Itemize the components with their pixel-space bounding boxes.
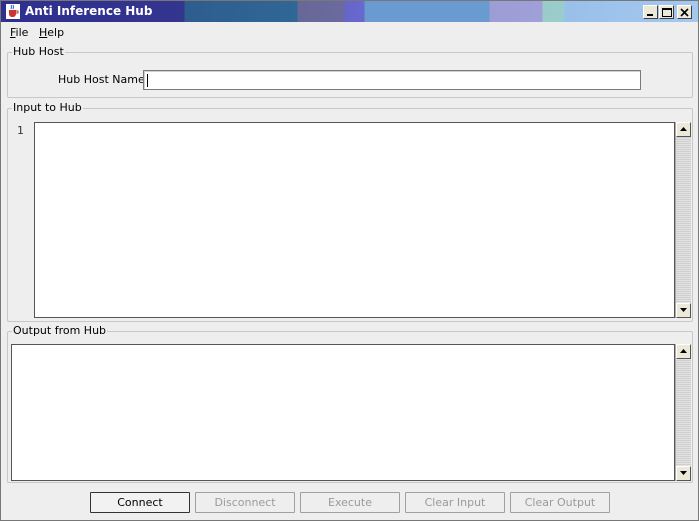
hub-host-name-input[interactable] <box>143 70 641 90</box>
clear-output-button[interactable]: Clear Output <box>510 492 610 513</box>
menu-file-label: ile <box>15 26 29 39</box>
window-title: Anti Inference Hub <box>25 4 153 18</box>
maximize-button[interactable] <box>659 5 674 19</box>
title-bar[interactable]: Anti Inference Hub <box>1 1 698 22</box>
input-scrollbar[interactable] <box>675 122 691 318</box>
menu-file[interactable]: File <box>10 26 28 39</box>
output-scroll-down-button[interactable] <box>676 466 691 481</box>
close-button[interactable] <box>677 5 692 19</box>
input-to-hub-group: Input to Hub 1 <box>7 102 693 322</box>
execute-button[interactable]: Execute <box>300 492 400 513</box>
output-from-hub-group: Output from Hub <box>7 325 693 483</box>
menu-help-label: elp <box>47 26 65 39</box>
arrow-up-icon <box>680 349 687 353</box>
minimize-icon <box>647 14 653 16</box>
minimize-button[interactable] <box>643 5 658 19</box>
hub-host-name-label: Hub Host Name: <box>58 73 149 86</box>
line-number-gutter: 1 <box>9 119 35 319</box>
menu-bar: File Help <box>1 22 698 42</box>
input-scroll-up-button[interactable] <box>676 122 691 137</box>
menu-help[interactable]: Help <box>39 26 64 39</box>
main-window: Anti Inference Hub File Help Hub Host Hu… <box>0 0 699 521</box>
arrow-down-icon <box>680 471 687 475</box>
connect-button[interactable]: Connect <box>90 492 190 513</box>
input-to-hub-group-title: Input to Hub <box>12 101 83 114</box>
close-icon <box>680 8 689 17</box>
maximize-icon <box>662 8 672 17</box>
disconnect-button[interactable]: Disconnect <box>195 492 295 513</box>
output-textarea[interactable] <box>11 344 675 481</box>
text-caret <box>147 74 148 87</box>
java-cup-icon <box>6 4 20 19</box>
clear-input-button[interactable]: Clear Input <box>405 492 505 513</box>
line-number: 1 <box>17 124 24 137</box>
output-from-hub-group-title: Output from Hub <box>12 324 108 337</box>
arrow-down-icon <box>680 308 687 312</box>
input-scroll-down-button[interactable] <box>676 303 691 318</box>
hub-host-group-title: Hub Host <box>12 45 65 58</box>
output-scrollbar[interactable] <box>675 344 691 481</box>
output-scroll-up-button[interactable] <box>676 344 691 359</box>
input-textarea[interactable] <box>34 122 675 318</box>
hub-host-group: Hub Host Hub Host Name: <box>7 46 693 98</box>
arrow-up-icon <box>680 127 687 131</box>
